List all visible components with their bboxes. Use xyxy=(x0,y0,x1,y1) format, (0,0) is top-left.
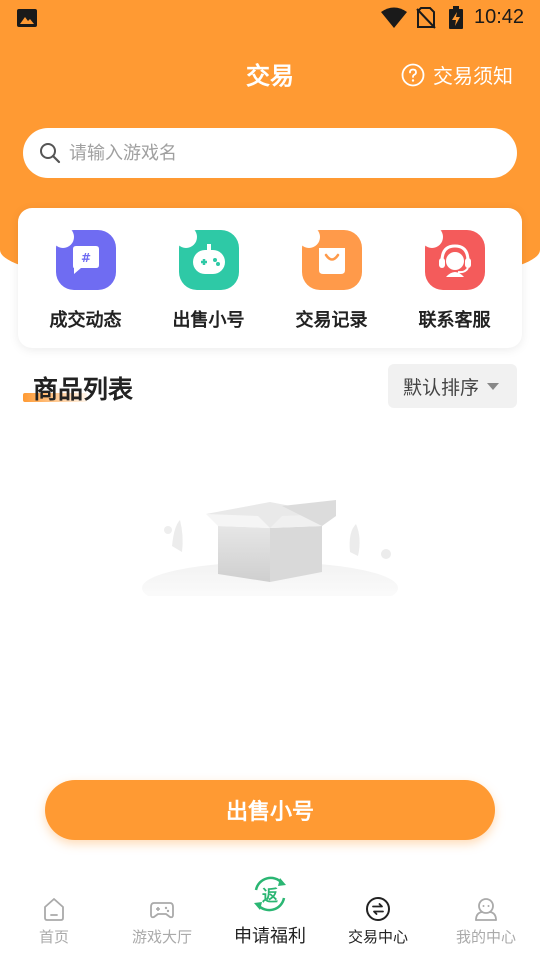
headset-icon xyxy=(420,226,485,290)
search-bar[interactable] xyxy=(23,128,517,178)
trade-notice-label: 交易须知 xyxy=(433,64,513,88)
home-icon xyxy=(44,898,64,921)
chat-hash-icon: # xyxy=(51,226,116,290)
status-bar: 10:42 xyxy=(0,0,540,36)
sell-account-button[interactable]: 出售小号 xyxy=(45,780,495,840)
search-input[interactable] xyxy=(69,142,469,164)
sort-dropdown[interactable]: 默认排序 xyxy=(388,364,517,408)
wifi-icon xyxy=(381,7,407,28)
bottom-nav: 首页 游戏大厅 返 申请福利 交易中心 我的中心 xyxy=(0,870,540,960)
quick-actions-card: # 成交动态 出售小号 交易记录 联系客服 xyxy=(18,208,522,348)
action-contact-support[interactable]: 联系客服 xyxy=(400,226,510,348)
action-label: 联系客服 xyxy=(418,310,491,331)
shopping-bag-icon xyxy=(297,226,362,290)
rebate-badge-text: 返 xyxy=(262,886,278,905)
svg-text:#: # xyxy=(80,251,90,265)
exchange-icon xyxy=(366,897,390,921)
empty-box-illustration xyxy=(142,500,398,596)
rebate-icon: 返 xyxy=(254,876,286,912)
nav-label: 交易中心 xyxy=(347,928,408,946)
nav-label: 首页 xyxy=(38,928,69,946)
nav-item-apply-benefits[interactable]: 返 申请福利 xyxy=(216,870,324,960)
nav-item-game-hall[interactable]: 游戏大厅 xyxy=(108,870,216,960)
help-circle-icon xyxy=(401,63,425,86)
sort-label: 默认排序 xyxy=(403,376,480,399)
action-deal-feed[interactable]: # 成交动态 xyxy=(31,226,141,348)
nav-item-my-center[interactable]: 我的中心 xyxy=(432,870,540,960)
battery-charging-icon xyxy=(449,6,463,29)
action-sell-account[interactable]: 出售小号 xyxy=(154,226,264,348)
gamepad-icon xyxy=(150,902,174,919)
action-label: 交易记录 xyxy=(295,310,368,331)
user-icon xyxy=(475,898,497,921)
trade-notice-link[interactable]: 交易须知 xyxy=(401,60,513,89)
nav-label: 我的中心 xyxy=(455,928,516,946)
nav-item-home[interactable]: 首页 xyxy=(0,870,108,960)
nav-label: 申请福利 xyxy=(234,926,306,947)
search-icon xyxy=(40,143,61,164)
robot-icon xyxy=(174,226,239,290)
action-label: 出售小号 xyxy=(172,310,245,331)
nav-label: 游戏大厅 xyxy=(131,928,192,946)
action-label: 成交动态 xyxy=(49,310,122,331)
product-list-title: 商品列表 xyxy=(33,375,134,404)
nav-item-trade-center[interactable]: 交易中心 xyxy=(324,870,432,960)
status-clock: 10:42 xyxy=(474,6,525,28)
gallery-icon xyxy=(17,9,37,27)
caret-down-icon xyxy=(487,382,500,390)
no-sim-icon xyxy=(416,7,436,29)
action-trade-records[interactable]: 交易记录 xyxy=(277,226,387,348)
